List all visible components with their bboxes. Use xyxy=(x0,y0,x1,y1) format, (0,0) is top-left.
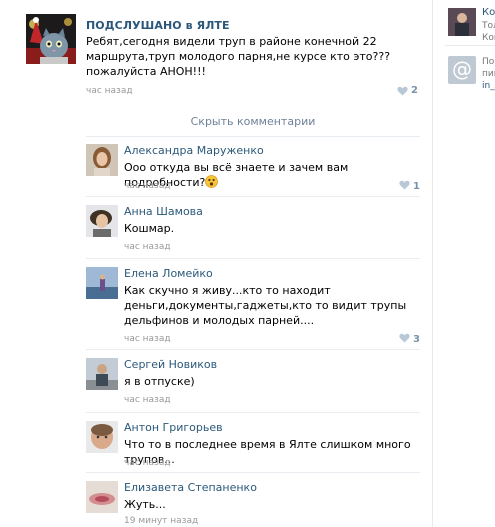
comment-item: Анна Шамова Кошмар. час назад xyxy=(86,198,420,259)
comment-text: я в отпуске) xyxy=(124,375,195,388)
post-like-button[interactable]: 2 xyxy=(397,85,418,96)
comment-item: Александра Маруженко Ооо откуда вы всё з… xyxy=(86,137,420,197)
comment-text: Как скучно я живу...кто то находит деньг… xyxy=(124,284,407,327)
surprised-emoji-icon xyxy=(205,175,219,188)
comment-like-count: 1 xyxy=(413,181,420,192)
heart-icon xyxy=(397,86,408,96)
at-icon[interactable]: @ xyxy=(448,56,476,84)
commenter-avatar[interactable] xyxy=(86,267,118,299)
post-author-name[interactable]: ПОДСЛУШАНО в ЯЛТЕ xyxy=(86,19,230,32)
comment-time[interactable]: 19 минут назад xyxy=(124,516,198,526)
sidebar-text-line: пиш xyxy=(482,69,495,79)
comment-text: Кошмар. xyxy=(124,222,175,235)
heart-icon xyxy=(399,333,410,346)
comment-text: Жуть... xyxy=(124,498,166,511)
commenter-avatar[interactable] xyxy=(86,144,118,176)
commenter-avatar[interactable] xyxy=(86,358,118,390)
comment-time[interactable]: час назад xyxy=(124,181,171,191)
comment-time[interactable]: час назад xyxy=(124,334,171,344)
comment-like-button[interactable]: 1 xyxy=(399,180,420,193)
post-like-count: 2 xyxy=(411,85,418,96)
comment-item: Сергей Новиков я в отпуске) час назад xyxy=(86,351,420,413)
community-thumbnail[interactable] xyxy=(448,8,476,36)
heart-icon xyxy=(399,180,410,193)
community-subtitle: Тол xyxy=(482,21,495,31)
commenter-avatar[interactable] xyxy=(86,205,118,237)
community-title[interactable]: Ком xyxy=(482,7,495,18)
comment-time[interactable]: час назад xyxy=(124,395,171,405)
community-subtitle-2: Кон xyxy=(482,33,495,43)
sidebar-text-line: По xyxy=(482,57,495,67)
sidebar-text-line[interactable]: in_v xyxy=(482,80,495,92)
comment-like-button[interactable]: 3 xyxy=(399,333,420,346)
hide-comments-link[interactable]: Скрыть комментарии xyxy=(86,109,420,137)
commenter-name[interactable]: Александра Маруженко xyxy=(124,144,264,157)
comment-item: Елена Ломейко Как скучно я живу...кто то… xyxy=(86,260,420,350)
comment-time[interactable]: час назад xyxy=(124,242,171,252)
commenter-name[interactable]: Антон Григорьев xyxy=(124,421,223,434)
sidebar-divider xyxy=(445,45,495,46)
commenter-name[interactable]: Елизавета Степаненко xyxy=(124,481,257,494)
commenter-name[interactable]: Сергей Новиков xyxy=(124,358,217,371)
post-author-avatar[interactable] xyxy=(26,14,76,64)
comment-item: Елизавета Степаненко Жуть... 19 минут на… xyxy=(86,474,420,527)
comment-item: Антон Григорьев Что то в последнее время… xyxy=(86,414,420,473)
right-sidebar: Ком Тол Кон @ По пиш in_v xyxy=(432,0,495,527)
commenter-avatar[interactable] xyxy=(86,421,118,453)
commenter-name[interactable]: Анна Шамова xyxy=(124,205,203,218)
comment-like-count: 3 xyxy=(413,334,420,345)
commenter-avatar[interactable] xyxy=(86,481,118,513)
commenter-name[interactable]: Елена Ломейко xyxy=(124,267,213,280)
post-time[interactable]: час назад xyxy=(86,86,133,96)
post-text: Ребят,сегодня видели труп в районе конеч… xyxy=(86,35,391,78)
comment-time[interactable]: час назад xyxy=(124,458,171,468)
